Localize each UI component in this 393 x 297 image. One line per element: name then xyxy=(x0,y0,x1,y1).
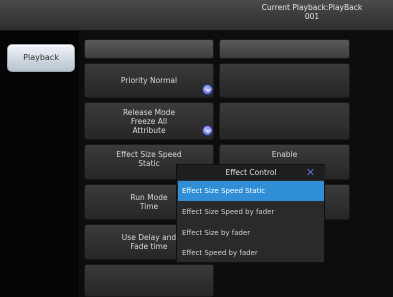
effect-size-speed-label: Effect Size Speed Static xyxy=(116,150,182,168)
enable-label: Enable xyxy=(271,150,298,159)
release-mode-dropdown-icon[interactable] xyxy=(202,125,213,136)
priority-dropdown-icon[interactable] xyxy=(202,84,213,95)
popup-option-effect-speed-by-fader[interactable]: Effect Speed by fader xyxy=(178,243,324,263)
grid-cell-empty-row2-right[interactable] xyxy=(219,102,350,140)
use-delay-fade-label: Use Delay and Fade time xyxy=(121,233,177,251)
popup-option-effect-size-speed-static[interactable]: Effect Size Speed Static xyxy=(178,181,324,201)
left-panel: Playback xyxy=(0,31,79,297)
grid-cell-empty-top-left[interactable] xyxy=(84,39,214,59)
grid-cell-empty-row1-right[interactable] xyxy=(219,63,350,98)
popup-title: Effect Control xyxy=(177,165,325,180)
popup-option-effect-size-by-fader[interactable]: Effect Size by fader xyxy=(178,223,324,243)
current-playback-status: Current Playback:PlayBack 001 xyxy=(261,3,363,21)
header-bar: Current Playback:PlayBack 001 xyxy=(0,0,393,31)
priority-button[interactable]: Priority Normal xyxy=(84,63,214,98)
popup-option-effect-size-speed-by-fader[interactable]: Effect Size Speed by fader xyxy=(178,202,324,222)
priority-label: Priority Normal xyxy=(120,76,178,85)
effect-control-popup: Effect Control ✕ Effect Size Speed Stati… xyxy=(176,164,325,263)
grid-cell-empty-bottom[interactable] xyxy=(84,264,214,297)
grid-cell-empty-top-right[interactable] xyxy=(219,39,350,59)
close-icon[interactable]: ✕ xyxy=(305,167,316,178)
release-mode-label: Release Mode Freeze All Attribute xyxy=(122,107,176,135)
run-mode-label: Run Mode Time xyxy=(130,193,168,211)
tab-playback[interactable]: Playback xyxy=(7,44,75,72)
release-mode-button[interactable]: Release Mode Freeze All Attribute xyxy=(84,102,214,140)
